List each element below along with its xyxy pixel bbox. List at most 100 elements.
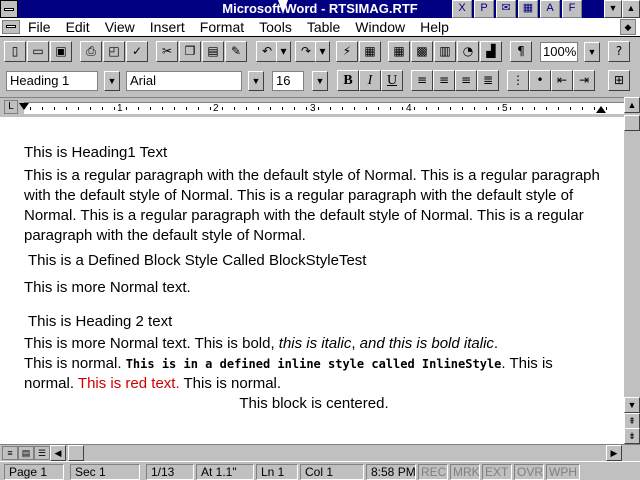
cut-icon[interactable]: ✂ [156, 41, 178, 62]
menu-tools[interactable]: Tools [259, 19, 292, 35]
undo-dropdown-icon[interactable]: ▾ [276, 41, 291, 62]
format-painter-icon[interactable]: ✎ [225, 41, 247, 62]
vertical-scroll-thumb[interactable] [624, 115, 640, 131]
heading2-paragraph[interactable]: This is Heading 2 text [28, 312, 604, 332]
normal-view-icon[interactable]: ≡ [2, 446, 18, 460]
scroll-up-icon[interactable]: ▲ [624, 97, 640, 113]
table-wizard-icon[interactable]: ▦ [359, 41, 381, 62]
horizontal-scroll-thumb[interactable] [68, 445, 84, 461]
ruler-number: 2 [213, 103, 219, 114]
menu-insert[interactable]: Insert [150, 19, 185, 35]
minimize-button[interactable]: ▼ [604, 0, 622, 18]
print-preview-icon[interactable]: ◰ [103, 41, 125, 62]
align-left-icon[interactable]: ≡ [411, 70, 433, 91]
align-center-icon[interactable]: ≡ [433, 70, 455, 91]
more-normal-paragraph[interactable]: This is more Normal text. [24, 278, 604, 298]
title-bar[interactable]: Microsoft Word - RTSIMAG.RTF X P ✉ ▦ A F… [0, 0, 640, 18]
ruler-tick [186, 107, 187, 110]
increase-indent-icon[interactable]: ⇥ [573, 70, 595, 91]
menu-view[interactable]: View [105, 19, 135, 35]
standard-toolbar: ▯ ▭ ▣ ⎙ ◰ ✓ ✂ ❐ ▤ ✎ ↶ ▾ ↷ ▾ ⚡ ▦ ▦ ▩ ▥ ◔ … [0, 38, 640, 66]
zoom-field[interactable]: 100% [540, 42, 578, 62]
scroll-down-icon[interactable]: ▼ [624, 397, 640, 413]
menu-table[interactable]: Table [307, 19, 340, 35]
left-indent-marker-icon[interactable] [19, 103, 29, 110]
excel-icon[interactable]: X [452, 0, 472, 18]
page-layout-view-icon[interactable]: ▤ [18, 446, 34, 460]
save-icon[interactable]: ▣ [50, 41, 72, 62]
new-document-icon[interactable]: ▯ [4, 41, 26, 62]
bold-button[interactable]: B [337, 70, 359, 91]
document-restore-button[interactable]: ◆ [620, 19, 636, 35]
open-folder-icon[interactable]: ▭ [27, 41, 49, 62]
justify-icon[interactable]: ≣ [477, 70, 499, 91]
italic-button[interactable]: I [359, 70, 381, 91]
font-field[interactable]: Arial [126, 71, 242, 91]
scroll-right-icon[interactable]: ▶ [606, 445, 622, 461]
menu-file[interactable]: File [28, 19, 51, 35]
style-dropdown-icon[interactable]: ▼ [104, 71, 120, 91]
ruler-strip[interactable]: 1 2 3 4 5 [19, 102, 624, 114]
mixed-format-paragraph[interactable]: This is more Normal text. This is bold, … [24, 334, 604, 394]
copy-icon[interactable]: ❐ [179, 41, 201, 62]
status-clock: 8:58 PM [366, 464, 416, 480]
outline-view-icon[interactable]: ☰ [34, 446, 50, 460]
numbering-icon[interactable]: ⋮ [507, 70, 529, 91]
insert-excel-icon[interactable]: ▩ [411, 41, 433, 62]
scroll-left-icon[interactable]: ◀ [50, 445, 66, 461]
right-indent-marker-icon[interactable] [596, 106, 606, 113]
status-mrk[interactable]: MRK [450, 464, 480, 480]
menu-window[interactable]: Window [355, 19, 405, 35]
chart-icon[interactable]: ▟ [480, 41, 502, 62]
block-style-paragraph[interactable]: This is a Defined Block Style Called Blo… [28, 251, 604, 271]
menu-help[interactable]: Help [420, 19, 449, 35]
decrease-indent-icon[interactable]: ⇤ [551, 70, 573, 91]
document-system-menu-button[interactable] [2, 20, 20, 34]
vertical-scrollbar[interactable]: ▲ ▼ ⇞ ⇟ [624, 97, 640, 444]
undo-icon[interactable]: ↶ [256, 41, 278, 62]
show-hide-icon[interactable]: ¶ [510, 41, 532, 62]
align-right-icon[interactable]: ≡ [455, 70, 477, 91]
paste-icon[interactable]: ▤ [202, 41, 224, 62]
ruler-tick [138, 107, 139, 110]
print-icon[interactable]: ⎙ [80, 41, 102, 62]
status-ovr[interactable]: OVR [514, 464, 544, 480]
bullets-icon[interactable]: • [529, 70, 551, 91]
next-page-icon[interactable]: ⇟ [624, 428, 640, 444]
underline-button[interactable]: U [381, 70, 403, 91]
columns-icon[interactable]: ▥ [434, 41, 456, 62]
status-wph[interactable]: WPH [546, 464, 580, 480]
heading1-paragraph[interactable]: This is Heading1 Text [24, 143, 604, 163]
drawing-icon[interactable]: ◔ [457, 41, 479, 62]
status-rec[interactable]: REC [418, 464, 448, 480]
zoom-dropdown-icon[interactable]: ▼ [584, 42, 600, 62]
normal-paragraph[interactable]: This is a regular paragraph with the def… [24, 166, 604, 246]
document-area[interactable]: This is Heading1 Text This is a regular … [0, 117, 624, 444]
help-icon[interactable]: ? [608, 41, 630, 62]
tab-selector-icon[interactable]: L [4, 100, 18, 114]
status-ext[interactable]: EXT [482, 464, 512, 480]
previous-page-icon[interactable]: ⇞ [624, 413, 640, 429]
horizontal-scrollbar[interactable]: ≡ ▤ ☰ ◀ ▶ [0, 444, 640, 461]
foxpro-icon[interactable]: F [562, 0, 582, 18]
insert-table-icon[interactable]: ▦ [388, 41, 410, 62]
powerpoint-icon[interactable]: P [474, 0, 494, 18]
autoformat-icon[interactable]: ⚡ [336, 41, 358, 62]
style-field[interactable]: Heading 1 [6, 71, 98, 91]
mail-icon[interactable]: ✉ [496, 0, 516, 18]
spelling-icon[interactable]: ✓ [126, 41, 148, 62]
borders-icon[interactable]: ⊞ [608, 70, 630, 91]
centered-paragraph[interactable]: This block is centered. [24, 394, 604, 414]
redo-dropdown-icon[interactable]: ▾ [315, 41, 330, 62]
font-size-dropdown-icon[interactable]: ▼ [312, 71, 328, 91]
schedule-icon[interactable]: ▦ [518, 0, 538, 18]
document-body[interactable]: This is Heading1 Text This is a regular … [24, 143, 604, 414]
access-icon[interactable]: A [540, 0, 560, 18]
restore-button[interactable]: ▲ [622, 0, 640, 18]
menu-edit[interactable]: Edit [66, 19, 90, 35]
redo-icon[interactable]: ↷ [295, 41, 317, 62]
font-dropdown-icon[interactable]: ▼ [248, 71, 264, 91]
ruler-tick [30, 107, 31, 110]
font-size-field[interactable]: 16 [272, 71, 304, 91]
menu-format[interactable]: Format [200, 19, 244, 35]
